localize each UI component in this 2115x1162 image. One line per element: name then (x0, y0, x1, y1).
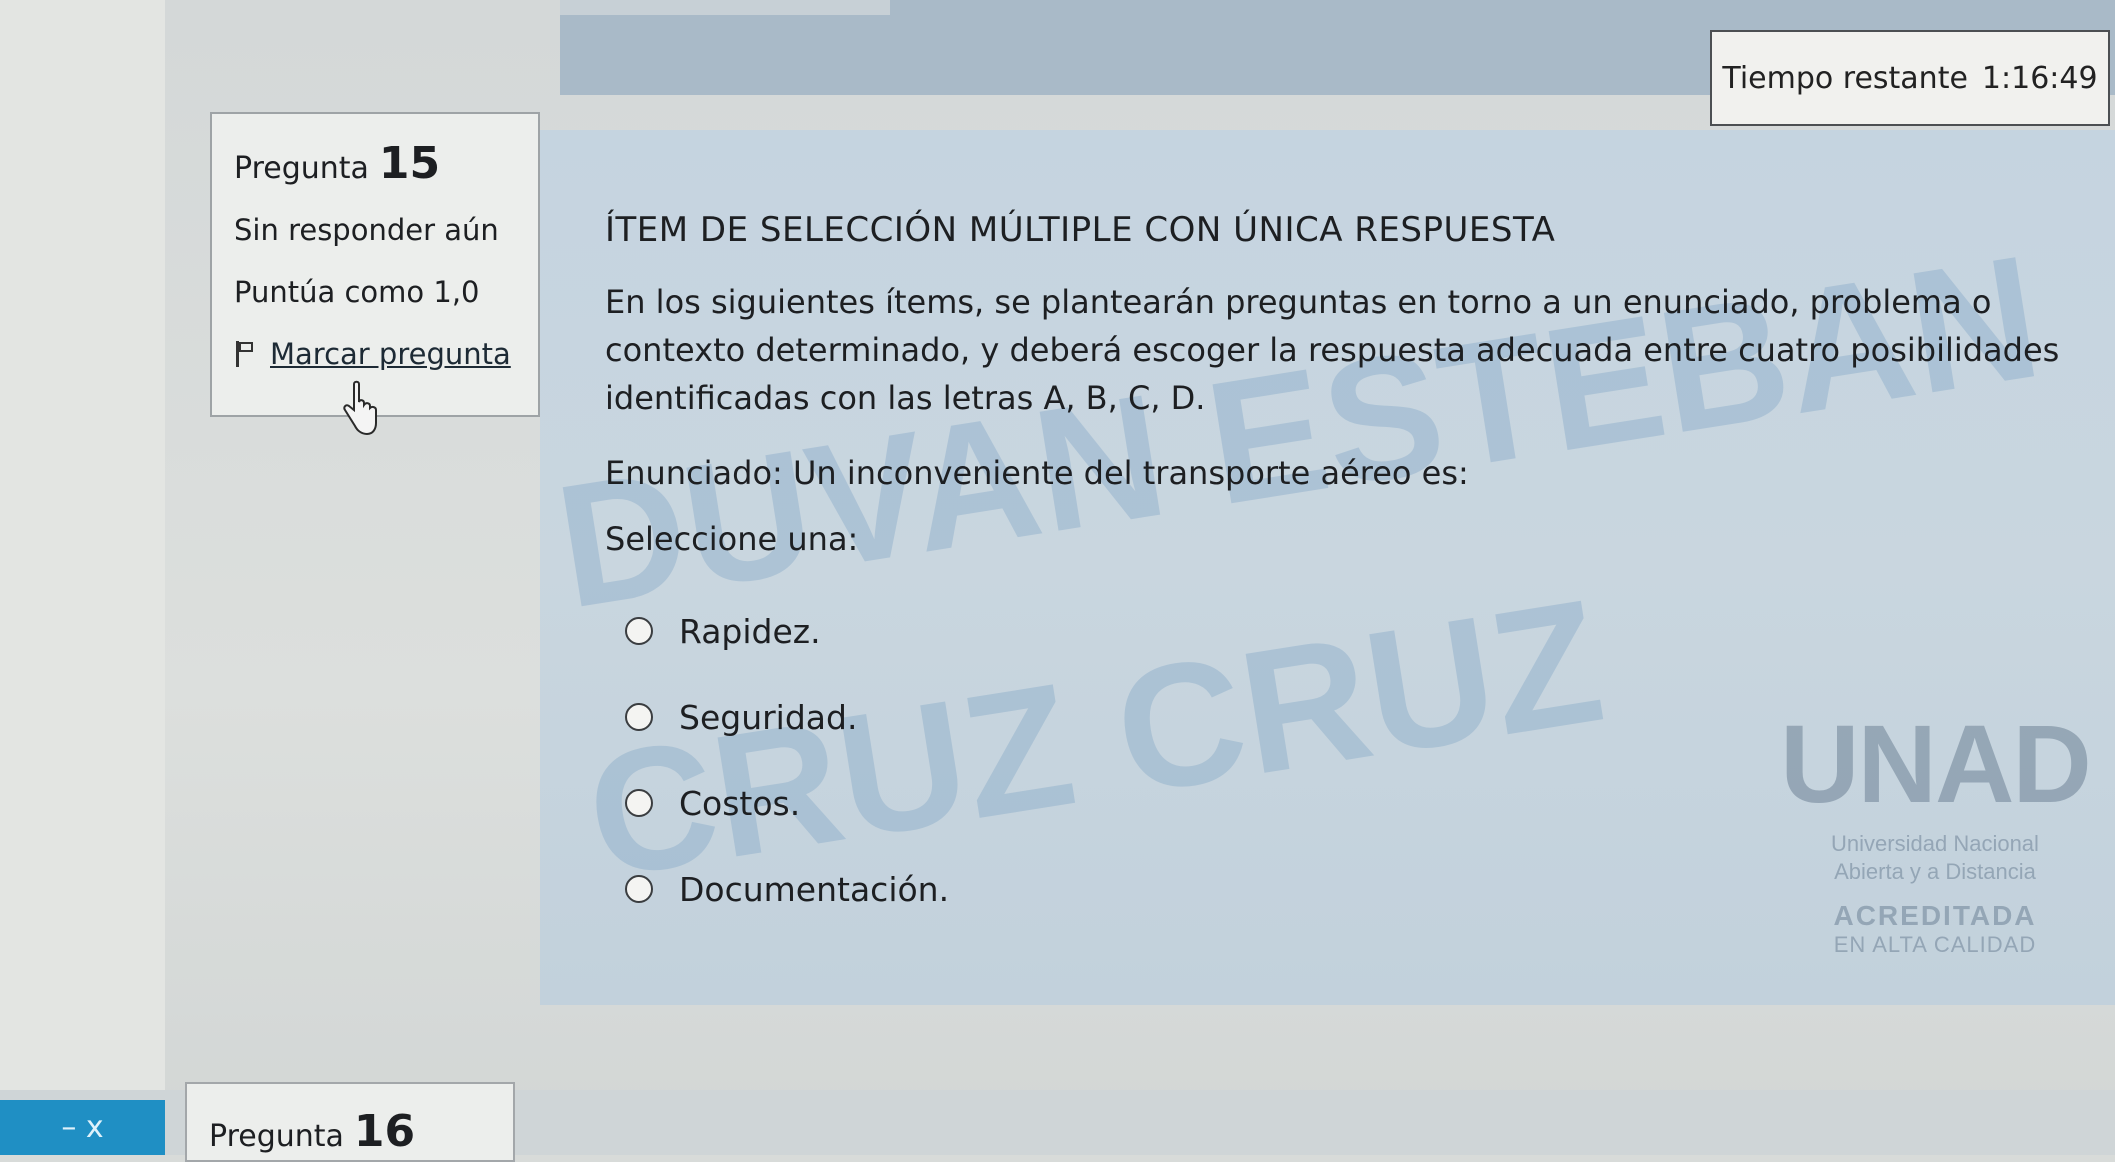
logo-line-1: Universidad Nacional (1831, 831, 2039, 856)
flag-icon (234, 341, 254, 367)
next-question-number: 16 (353, 1106, 416, 1157)
radio-button[interactable] (625, 703, 653, 731)
item-description: En los siguientes ítems, se plantearán p… (605, 283, 2060, 417)
header-band-edge (560, 0, 890, 15)
question-score: Puntúa como 1,0 (234, 275, 480, 309)
radio-button[interactable] (625, 617, 653, 645)
hand-pointer-icon (343, 380, 377, 436)
next-question-label: Pregunta (209, 1119, 344, 1154)
answer-label: Costos. (679, 783, 801, 823)
taskbar-button[interactable]: – x (0, 1100, 165, 1155)
flag-question-link[interactable]: Marcar pregunta (234, 337, 516, 371)
radio-button[interactable] (625, 789, 653, 817)
flag-question-label[interactable]: Marcar pregunta (270, 337, 511, 371)
answer-label: Seguridad. (679, 697, 858, 737)
select-prompt: Seleccione una: (605, 520, 859, 558)
question-label: Pregunta (234, 151, 369, 186)
timer-label: Tiempo restante (1722, 60, 1968, 96)
question-info-box: Pregunta 15 Sin responder aún Puntúa como… (210, 112, 540, 417)
logo-mark: UNAD (1780, 703, 2092, 826)
next-question-info-box: Pregunta 16 (185, 1082, 515, 1162)
answer-label: Rapidez. (679, 611, 821, 651)
question-number: 15 (378, 138, 441, 189)
question-number-line: Pregunta 15 (234, 138, 516, 189)
answer-label: Documentación. (679, 869, 950, 909)
radio-button[interactable] (625, 875, 653, 903)
logo-quality: EN ALTA CALIDAD (1833, 932, 2037, 957)
question-status: Sin responder aún (234, 213, 499, 247)
unad-logo: UNAD Universidad Nacional Abierta y a Di… (1770, 700, 2100, 1000)
logo-accredited: ACREDITADA (1833, 900, 2037, 931)
answer-option-a[interactable]: Rapidez. (625, 588, 2085, 674)
question-statement: Enunciado: Un inconveniente del transpor… (605, 454, 1469, 492)
timer-value: 1:16:49 (1981, 60, 2098, 96)
logo-line-2: Abierta y a Distancia (1834, 859, 2036, 884)
item-title: ÍTEM DE SELECCIÓN MÚLTIPLE CON ÚNICA RES… (605, 210, 1556, 250)
left-margin (0, 0, 165, 1155)
time-remaining: Tiempo restante 1:16:49 (1710, 30, 2110, 126)
